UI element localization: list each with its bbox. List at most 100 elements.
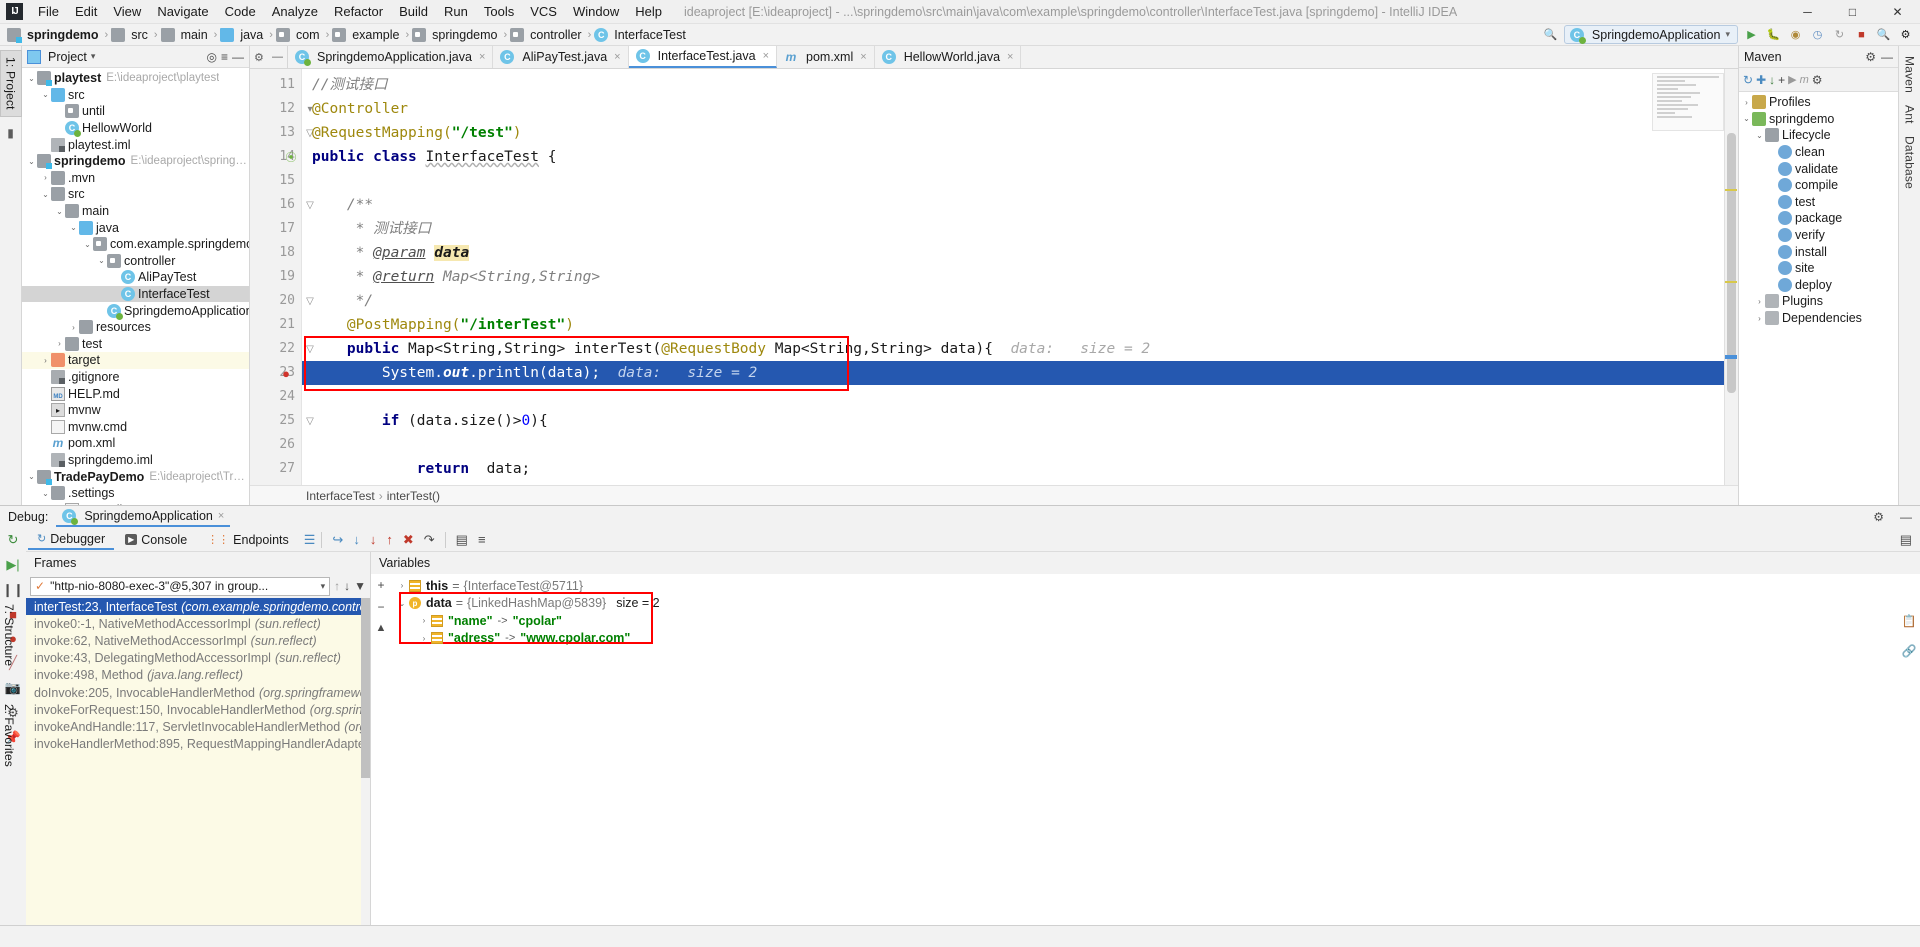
- breadcrumb-springdemo-pkg[interactable]: springdemo: [411, 27, 501, 43]
- project-file-tree[interactable]: ⌄playtestE:\ideaproject\playtest⌄srcunti…: [22, 68, 249, 505]
- spring-bean-gutter-icon[interactable]: ⦿: [284, 145, 298, 169]
- close-icon[interactable]: ×: [614, 51, 620, 63]
- run-icon[interactable]: ▶: [1788, 73, 1796, 86]
- maven-item-deploy[interactable]: deploy: [1739, 277, 1898, 294]
- tree-item-playtest-iml[interactable]: playtest.iml: [22, 136, 249, 153]
- refresh-icon[interactable]: ↻: [1743, 73, 1753, 87]
- stop-icon[interactable]: ■: [1853, 26, 1870, 43]
- tree-item-java[interactable]: ⌄java: [22, 219, 249, 236]
- variable-row[interactable]: ›"name"->"cpolar": [391, 612, 1898, 630]
- hide-panel-icon[interactable]: —: [232, 50, 244, 64]
- screenshot-icon[interactable]: 📷: [5, 680, 21, 696]
- settings-icon[interactable]: ⚙: [254, 51, 264, 64]
- collapse-icon[interactable]: ▲: [376, 622, 387, 634]
- chevron-down-icon[interactable]: ⌄: [40, 489, 51, 498]
- chevron-down-icon[interactable]: ⌄: [26, 157, 37, 166]
- breadcrumb-java[interactable]: java: [219, 27, 267, 43]
- code-minimap[interactable]: [1652, 73, 1724, 131]
- thread-selector[interactable]: ✓ "http-nio-8080-exec-3"@5,307 in group.…: [30, 577, 330, 596]
- chevron-down-icon[interactable]: ▾: [91, 51, 96, 62]
- chevron-right-icon[interactable]: ›: [1741, 98, 1752, 107]
- menu-window[interactable]: Window: [565, 1, 627, 22]
- settings-icon[interactable]: ≡: [478, 532, 486, 547]
- maven-item-site[interactable]: site: [1739, 260, 1898, 277]
- tree-item-springdemo[interactable]: ⌄springdemoE:\ideaproject\springdemo: [22, 153, 249, 170]
- step-into-icon[interactable]: ↓: [353, 532, 360, 547]
- frames-scrollbar[interactable]: [361, 598, 370, 925]
- tree-item-interfacetest[interactable]: CInterfaceTest: [22, 286, 249, 303]
- chevron-right-icon[interactable]: ›: [40, 356, 51, 365]
- run-to-cursor-icon[interactable]: ↷: [424, 532, 435, 548]
- maven-item-install[interactable]: install: [1739, 243, 1898, 260]
- tree-item-src[interactable]: ⌄src: [22, 87, 249, 104]
- chevron-down-icon[interactable]: ⌄: [82, 240, 93, 249]
- copy-icon[interactable]: 📋: [1902, 614, 1917, 628]
- menu-build[interactable]: Build: [391, 1, 436, 22]
- tree-item-alipaytest[interactable]: CAliPayTest: [22, 269, 249, 286]
- variable-row[interactable]: ›"adress"->"www.cpolar.com": [391, 630, 1898, 648]
- tab-interfacetest[interactable]: C InterfaceTest.java ×: [629, 46, 777, 68]
- breadcrumb-com[interactable]: com: [275, 27, 324, 43]
- editor-scrollbar[interactable]: [1724, 69, 1738, 485]
- step-over-icon[interactable]: ↪: [332, 532, 343, 548]
- hide-panel-icon[interactable]: —: [1900, 510, 1920, 524]
- settings-icon[interactable]: ⚙: [1812, 73, 1823, 87]
- maven-project-tree[interactable]: ›Profiles⌄springdemo⌄Lifecyclecleanvalid…: [1739, 92, 1898, 505]
- tab-endpoints[interactable]: ⋮⋮ Endpoints: [198, 531, 298, 549]
- chevron-right-icon[interactable]: ›: [417, 616, 431, 625]
- restore-layout-icon[interactable]: ▤: [1900, 532, 1920, 548]
- menu-view[interactable]: View: [105, 1, 149, 22]
- breadcrumb-springdemo[interactable]: springdemo: [6, 27, 103, 43]
- frame-item[interactable]: invokeForRequest:150, InvocableHandlerMe…: [26, 701, 370, 718]
- maximize-button[interactable]: □: [1830, 0, 1875, 24]
- rerun-icon[interactable]: ↻: [8, 532, 19, 548]
- tree-item-mvnw-cmd[interactable]: mvnw.cmd: [22, 418, 249, 435]
- add-watch-icon[interactable]: +: [377, 578, 384, 592]
- inspect-icon[interactable]: 🔗: [1902, 644, 1917, 658]
- sidebar-item-favorites[interactable]: 2: Favorites: [0, 700, 18, 771]
- layout-icon[interactable]: ☰: [304, 532, 316, 548]
- chevron-down-icon[interactable]: ⌄: [26, 472, 37, 481]
- chevron-down-icon[interactable]: ⌄: [68, 223, 79, 232]
- tree-item-until[interactable]: until: [22, 103, 249, 120]
- tree-item-help-md[interactable]: MDHELP.md: [22, 385, 249, 402]
- tree-item--settings[interactable]: ⌄.settings: [22, 485, 249, 502]
- tree-item-main[interactable]: ⌄main: [22, 203, 249, 220]
- tree-item-com-example-springdemo[interactable]: ⌄com.example.springdemo: [22, 236, 249, 253]
- profile-icon[interactable]: ◷: [1809, 26, 1826, 43]
- run-configuration-selector[interactable]: C SpringdemoApplication ▾: [1564, 25, 1738, 44]
- editor-gutter[interactable]: 11 12 13 14 15 16 17 18 19 20 21 22 23 2…: [250, 69, 302, 485]
- chevron-down-icon[interactable]: ⌄: [40, 190, 51, 199]
- sidebar-item-database[interactable]: Database: [1900, 130, 1920, 195]
- close-button[interactable]: ✕: [1875, 0, 1920, 24]
- breakpoint-icon[interactable]: ●: [279, 361, 293, 385]
- toggle-offline-icon[interactable]: m: [1800, 74, 1809, 86]
- close-icon[interactable]: ×: [479, 51, 485, 63]
- download-icon[interactable]: ↓: [1769, 73, 1775, 87]
- maven-item-verify[interactable]: verify: [1739, 227, 1898, 244]
- debug-icon[interactable]: 🐛: [1765, 26, 1782, 43]
- menu-navigate[interactable]: Navigate: [149, 1, 216, 22]
- maven-item-plugins[interactable]: ›Plugins: [1739, 293, 1898, 310]
- maven-item-compile[interactable]: compile: [1739, 177, 1898, 194]
- sidebar-item-project[interactable]: 1: Project: [0, 50, 22, 117]
- tree-item-test[interactable]: ›test: [22, 336, 249, 353]
- frame-down-icon[interactable]: ↓: [344, 579, 350, 593]
- chevron-down-icon[interactable]: ⌄: [40, 90, 51, 99]
- close-icon[interactable]: ×: [218, 510, 224, 522]
- breadcrumb-interfacetest[interactable]: C InterfaceTest: [593, 27, 690, 43]
- tab-alipaytest[interactable]: C AliPayTest.java ×: [493, 46, 628, 68]
- frame-up-icon[interactable]: ↑: [334, 579, 340, 593]
- settings-icon[interactable]: ⚙: [1897, 26, 1914, 43]
- settings-icon[interactable]: ⚙: [1865, 50, 1876, 64]
- frame-item[interactable]: invoke:498, Method(java.lang.reflect): [26, 667, 370, 684]
- tab-debugger[interactable]: ↻ Debugger: [28, 530, 114, 550]
- scrollbar-thumb[interactable]: [1727, 133, 1736, 393]
- menu-file[interactable]: File: [30, 1, 67, 22]
- menu-analyze[interactable]: Analyze: [264, 1, 326, 22]
- tab-pomxml[interactable]: m pom.xml ×: [777, 46, 875, 68]
- hide-panel-icon[interactable]: —: [1881, 50, 1893, 64]
- chevron-right-icon[interactable]: ›: [395, 581, 409, 590]
- breadcrumb-src[interactable]: src: [110, 27, 152, 43]
- maven-item-lifecycle[interactable]: ⌄Lifecycle: [1739, 127, 1898, 144]
